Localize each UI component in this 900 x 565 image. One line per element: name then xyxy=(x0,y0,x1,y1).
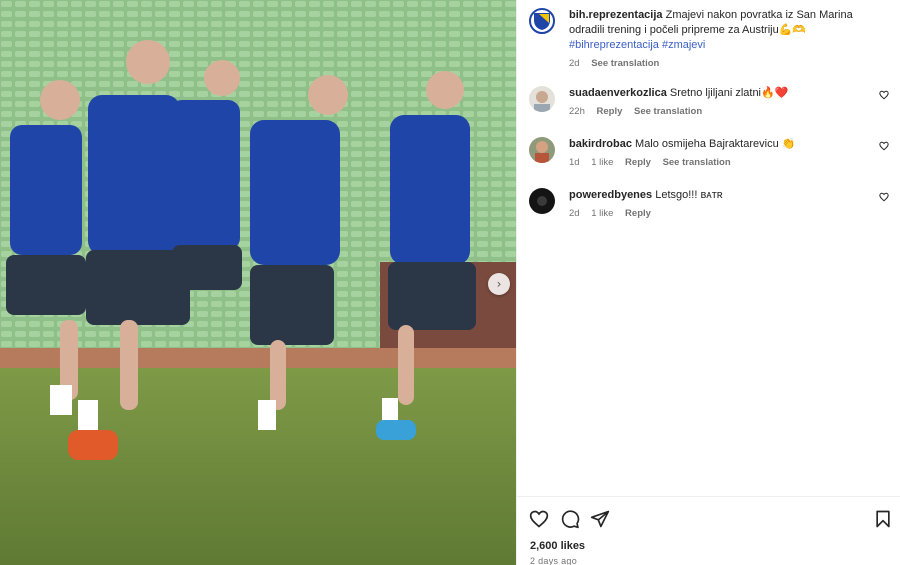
comments-list: bih.reprezentacija Zmajevi nakon povratk… xyxy=(517,0,900,496)
post-actions: 2,600 likes 2 days ago xyxy=(517,496,900,565)
comment-meta: 22h Reply See translation xyxy=(569,106,889,117)
share-icon[interactable] xyxy=(590,509,610,529)
chevron-right-icon: › xyxy=(496,277,502,291)
comment-item: suadaenverkozlica Sretno ljiljani zlatni… xyxy=(529,86,889,122)
comment-user[interactable]: poweredbyenes xyxy=(569,189,652,201)
instagram-post-view: › bih.reprezentacija Zmajevi nakon povra… xyxy=(0,0,900,565)
training-photo xyxy=(0,0,516,565)
heart-icon[interactable] xyxy=(879,90,889,100)
post-sidebar: bih.reprezentacija Zmajevi nakon povratk… xyxy=(516,0,900,565)
bosnia-crest-icon xyxy=(534,13,550,30)
caption-text: bih.reprezentacija Zmajevi nakon povratk… xyxy=(569,8,889,38)
post-photo[interactable]: › xyxy=(0,0,516,565)
reply-button[interactable]: Reply xyxy=(625,208,651,219)
caption-meta: 2d See translation xyxy=(569,58,889,69)
heart-icon[interactable] xyxy=(879,141,889,151)
likes-count[interactable]: 2,600 likes xyxy=(530,540,585,552)
post-date: 2 days ago xyxy=(530,556,578,565)
post-caption: bih.reprezentacija Zmajevi nakon povratk… xyxy=(529,8,889,69)
comment-time: 2d xyxy=(569,208,580,219)
bookmark-icon[interactable] xyxy=(873,509,893,529)
avatar-image xyxy=(529,137,555,163)
heart-icon[interactable] xyxy=(529,509,549,529)
comment-likes[interactable]: 1 like xyxy=(591,157,613,168)
comment-text: suadaenverkozlica Sretno ljiljani zlatni… xyxy=(569,86,889,101)
comment-body: Letsgo!!! ʙᴀᴛʀ xyxy=(655,189,723,201)
author-avatar[interactable] xyxy=(529,8,555,34)
caption-time: 2d xyxy=(569,58,580,69)
commenter-avatar[interactable] xyxy=(529,86,555,112)
comment-time: 22h xyxy=(569,106,585,117)
comment-body: Sretno ljiljani zlatni🔥❤️ xyxy=(669,87,789,99)
caption-author[interactable]: bih.reprezentacija xyxy=(569,9,663,21)
comment-item: poweredbyenes Letsgo!!! ʙᴀᴛʀ 2d 1 like R… xyxy=(529,188,889,224)
caption-hashtags[interactable]: #bihreprezentacija #zmajevi xyxy=(569,38,889,53)
avatar-image xyxy=(529,188,555,214)
commenter-avatar[interactable] xyxy=(529,137,555,163)
see-translation-button[interactable]: See translation xyxy=(634,106,702,117)
commenter-avatar[interactable] xyxy=(529,188,555,214)
comment-text: bakirdrobac Malo osmijeha Bajraktarevicu… xyxy=(569,137,889,152)
comment-text: poweredbyenes Letsgo!!! ʙᴀᴛʀ xyxy=(569,188,889,203)
next-photo-button[interactable]: › xyxy=(488,273,510,295)
comment-time: 1d xyxy=(569,157,580,168)
reply-button[interactable]: Reply xyxy=(597,106,623,117)
caption-see-translation[interactable]: See translation xyxy=(591,58,659,69)
comment-likes[interactable]: 1 like xyxy=(591,208,613,219)
see-translation-button[interactable]: See translation xyxy=(663,157,731,168)
comment-item: bakirdrobac Malo osmijeha Bajraktarevicu… xyxy=(529,137,889,173)
comment-icon[interactable] xyxy=(560,509,580,529)
heart-icon[interactable] xyxy=(879,192,889,202)
reply-button[interactable]: Reply xyxy=(625,157,651,168)
comment-meta: 2d 1 like Reply xyxy=(569,208,889,219)
avatar-image xyxy=(529,86,555,112)
comment-meta: 1d 1 like Reply See translation xyxy=(569,157,889,168)
comment-user[interactable]: bakirdrobac xyxy=(569,138,632,150)
comment-user[interactable]: suadaenverkozlica xyxy=(569,87,667,99)
comment-body: Malo osmijeha Bajraktarevicu 👏 xyxy=(635,138,796,150)
